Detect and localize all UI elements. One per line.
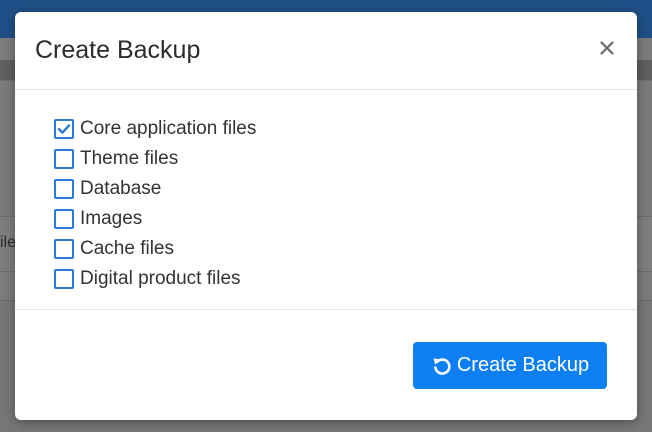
option-label: Theme files bbox=[80, 148, 179, 169]
modal-footer: Create Backup bbox=[15, 311, 637, 420]
modal-header: Create Backup bbox=[15, 12, 637, 90]
checkmark-icon bbox=[57, 124, 71, 134]
backup-option-list: Core application files Theme files Datab… bbox=[54, 114, 256, 294]
checkbox-cache-files[interactable] bbox=[54, 239, 74, 259]
option-digital-product-files[interactable]: Digital product files bbox=[54, 264, 256, 294]
option-cache-files[interactable]: Cache files bbox=[54, 234, 256, 264]
option-database[interactable]: Database bbox=[54, 174, 256, 204]
background-tab-text: ile bbox=[0, 234, 17, 251]
checkbox-core-application-files[interactable] bbox=[54, 119, 74, 139]
checkbox-database[interactable] bbox=[54, 179, 74, 199]
option-label: Images bbox=[80, 208, 143, 229]
close-button[interactable] bbox=[593, 34, 621, 62]
modal-body: Core application files Theme files Datab… bbox=[15, 91, 637, 310]
option-label: Cache files bbox=[80, 238, 174, 259]
option-label: Core application files bbox=[80, 118, 257, 139]
refresh-icon bbox=[431, 355, 453, 377]
create-backup-modal: Create Backup Core application files The… bbox=[15, 12, 637, 420]
create-backup-button[interactable]: Create Backup bbox=[413, 342, 607, 389]
modal-title: Create Backup bbox=[35, 36, 201, 64]
checkbox-images[interactable] bbox=[54, 209, 74, 229]
checkbox-digital-product-files[interactable] bbox=[54, 269, 74, 289]
checkbox-theme-files[interactable] bbox=[54, 149, 74, 169]
create-backup-button-label: Create Backup bbox=[456, 354, 590, 376]
option-label: Digital product files bbox=[80, 268, 241, 289]
option-label: Database bbox=[80, 178, 162, 199]
option-images[interactable]: Images bbox=[54, 204, 256, 234]
close-icon bbox=[600, 41, 614, 55]
option-theme-files[interactable]: Theme files bbox=[54, 144, 256, 174]
option-core-application-files[interactable]: Core application files bbox=[54, 114, 256, 144]
